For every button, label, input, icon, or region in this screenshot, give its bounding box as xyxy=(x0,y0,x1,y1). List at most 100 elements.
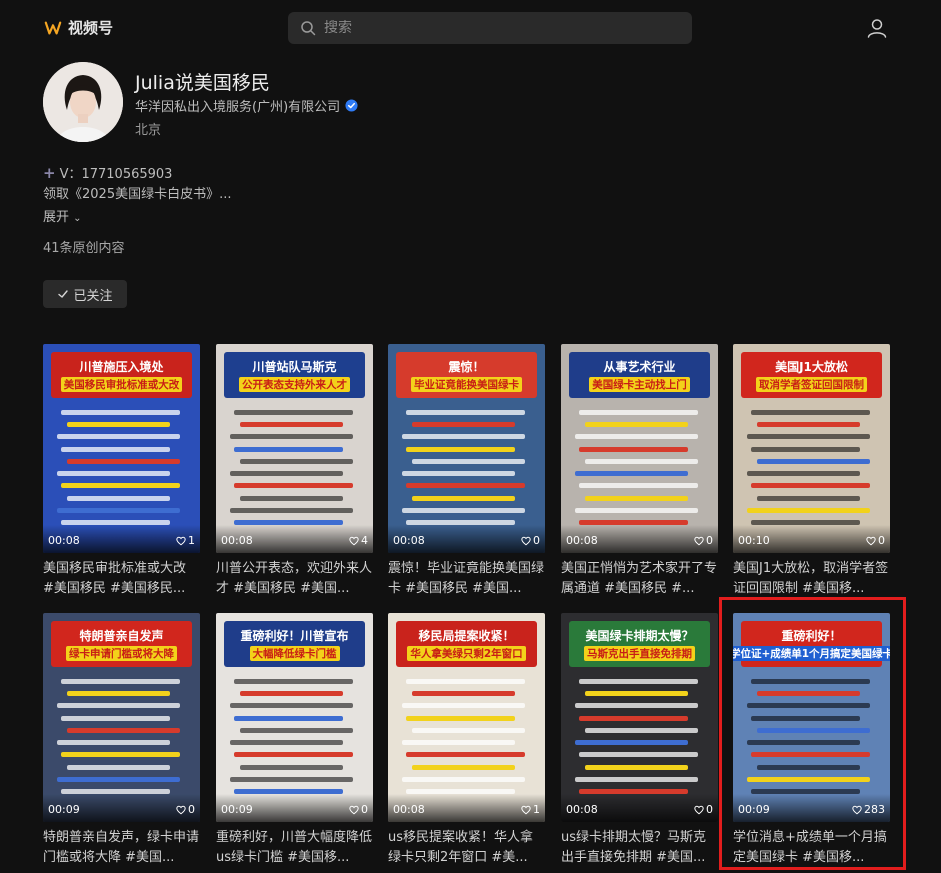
video-duration: 00:08 xyxy=(566,534,598,547)
thumbnail-text-line xyxy=(747,703,870,709)
thumbnail-text-line xyxy=(412,458,525,464)
video-thumbnail[interactable]: 移民局提案收紧！ 华人拿美绿只剩2年窗口 00:08 1 xyxy=(388,613,545,822)
thumbnail-title-banner: 重磅利好！川普宣布 大幅降低绿卡门槛 xyxy=(224,621,365,667)
search-input[interactable] xyxy=(324,20,684,36)
thumbnail-title-banner: 川普施压入境处 美国移民审批标准或大改 xyxy=(51,352,192,398)
video-card[interactable]: 重磅利好！ 学位证+成绩单1个月搞定美国绿卡 00:09 283 学位消息+成绩单一个月… xyxy=(733,613,890,868)
thumbnail-text-line xyxy=(757,495,860,501)
like-count-value: 0 xyxy=(533,534,540,547)
thumbnail-text-line xyxy=(747,434,870,440)
thumbnail-text-line xyxy=(234,483,353,489)
thumbnail-text-line xyxy=(234,409,353,415)
video-card[interactable]: 川普站队马斯克 公开表态支持外来人才 00:08 4 川普公开表态，欢迎外来人才 #美国… xyxy=(216,344,373,599)
video-thumbnail[interactable]: 川普站队马斯克 公开表态支持外来人才 00:08 4 xyxy=(216,344,373,553)
thumbnail-text-line xyxy=(757,764,860,770)
video-thumbnail[interactable]: 震惊！ 毕业证竟能换美国绿卡 00:08 0 xyxy=(388,344,545,553)
thumbnail-text-line xyxy=(61,715,170,721)
thumbnail-text-line xyxy=(585,421,688,427)
video-thumbnail[interactable]: 美国J1大放松 取消学者签证回国限制 00:10 0 xyxy=(733,344,890,553)
user-icon[interactable] xyxy=(866,17,888,39)
video-caption[interactable]: 美国正悄悄为艺术家开了专属通道 #美国移民 #... xyxy=(561,559,718,599)
like-count-value: 4 xyxy=(361,534,368,547)
expand-button[interactable]: 展开 ⌄ xyxy=(43,206,82,225)
video-thumbnail[interactable]: 川普施压入境处 美国移民审批标准或大改 00:08 1 xyxy=(43,344,200,553)
thumbnail-text-line xyxy=(751,715,860,721)
thumbnail-text-line xyxy=(585,690,688,696)
followed-button[interactable]: 已关注 xyxy=(43,280,127,308)
video-thumbnail[interactable]: 美国绿卡排期太慢？ 马斯克出手直接免排期 00:08 0 xyxy=(561,613,718,822)
like-count-value: 0 xyxy=(706,534,713,547)
thumbnail-text-line xyxy=(230,434,353,440)
video-card[interactable]: 川普施压入境处 美国移民审批标准或大改 00:08 1 美国移民审批标准或大改 #美国移… xyxy=(43,344,200,599)
search-box[interactable] xyxy=(288,12,692,44)
thumbnail-text-line xyxy=(406,715,515,721)
like-count: 0 xyxy=(521,534,540,547)
thumbnail-title-line1: 川普施压入境处 xyxy=(79,360,164,374)
thumbnail-text-line xyxy=(61,678,180,684)
thumbnail-text-line xyxy=(240,764,343,770)
thumbnail-text-line xyxy=(412,690,515,696)
thumbnail-text-line xyxy=(61,409,180,415)
heart-icon xyxy=(852,805,862,814)
heart-icon xyxy=(866,536,876,545)
video-caption[interactable]: us绿卡排期太慢？马斯克出手直接免排期 #美国... xyxy=(561,828,718,868)
thumbnail-text-line xyxy=(751,446,860,452)
thumbnail-text-line xyxy=(579,483,698,489)
video-duration: 00:09 xyxy=(48,803,80,816)
thumbnail-text-line xyxy=(575,777,698,783)
thumbnail-text-line xyxy=(67,690,170,696)
video-thumbnail[interactable]: 重磅利好！ 学位证+成绩单1个月搞定美国绿卡 00:09 283 xyxy=(733,613,890,822)
video-card[interactable]: 特朗普亲自发声 绿卡申请门槛或将大降 00:09 0 特朗普亲自发声，绿卡申请门槛或将大… xyxy=(43,613,200,868)
thumbnail-text-line xyxy=(585,764,688,770)
thumbnail-text-line xyxy=(402,471,515,477)
thumbnail-text-line xyxy=(61,752,180,758)
video-caption[interactable]: us移民提案收紧！华人拿绿卡只剩2年窗口 #美... xyxy=(388,828,545,868)
avatar-portrait xyxy=(43,62,123,142)
video-caption[interactable]: 震惊！毕业证竟能换美国绿卡 #美国移民 #美国... xyxy=(388,559,545,599)
thumbnail-title-banner: 美国J1大放松 取消学者签证回国限制 xyxy=(741,352,882,398)
thumbnail-text-line xyxy=(402,740,515,746)
video-caption[interactable]: 美国移民审批标准或大改 #美国移民 #美国移民... xyxy=(43,559,200,599)
thumbnail-text-lines xyxy=(400,675,533,798)
video-caption[interactable]: 川普公开表态，欢迎外来人才 #美国移民 #美国... xyxy=(216,559,373,599)
video-card[interactable]: 移民局提案收紧！ 华人拿美绿只剩2年窗口 00:08 1 us移民提案收紧！华人拿绿卡只… xyxy=(388,613,545,868)
video-thumbnail[interactable]: 特朗普亲自发声 绿卡申请门槛或将大降 00:09 0 xyxy=(43,613,200,822)
thumbnail-text-lines xyxy=(228,406,361,529)
thumbnail-text-line xyxy=(575,703,698,709)
thumbnail-text-line xyxy=(406,752,525,758)
video-caption[interactable]: 学位消息+成绩单一个月搞定美国绿卡 #美国移... xyxy=(733,828,890,868)
thumbnail-title-banner: 特朗普亲自发声 绿卡申请门槛或将大降 xyxy=(51,621,192,667)
app-logo[interactable]: 视频号 xyxy=(44,17,113,38)
video-caption[interactable]: 特朗普亲自发声，绿卡申请门槛或将大降 #美国... xyxy=(43,828,200,868)
thumbnail-text-line xyxy=(240,690,343,696)
thumbnail-text-lines xyxy=(228,675,361,798)
thumbnail-text-line xyxy=(406,446,515,452)
video-card[interactable]: 重磅利好！川普宣布 大幅降低绿卡门槛 00:09 0 重磅利好，川普大幅度降低us绿卡门… xyxy=(216,613,373,868)
like-count-value: 0 xyxy=(706,803,713,816)
profile-name: Julia说美国移民 xyxy=(135,72,270,94)
video-duration: 00:08 xyxy=(566,803,598,816)
thumbnail-text-line xyxy=(406,483,525,489)
video-card[interactable]: 从事艺术行业 美国绿卡主动找上门 00:08 0 美国正悄悄为艺术家开了专属通道 #美国… xyxy=(561,344,718,599)
thumbnail-title-line1: 震惊！ xyxy=(448,360,485,374)
avatar[interactable] xyxy=(43,62,123,142)
video-caption[interactable]: 美国J1大放松，取消学者签证回国限制 #美国移... xyxy=(733,559,890,599)
video-card[interactable]: 美国绿卡排期太慢？ 马斯克出手直接免排期 00:08 0 us绿卡排期太慢？马斯克出手直… xyxy=(561,613,718,868)
thumbnail-text-line xyxy=(757,421,860,427)
like-count: 0 xyxy=(349,803,368,816)
like-count-value: 0 xyxy=(878,534,885,547)
thumbnail-text-line xyxy=(751,678,870,684)
video-card[interactable]: 美国J1大放松 取消学者签证回国限制 00:10 0 美国J1大放松，取消学者签证回国限… xyxy=(733,344,890,599)
video-thumbnail[interactable]: 重磅利好！川普宣布 大幅降低绿卡门槛 00:09 0 xyxy=(216,613,373,822)
verified-badge-icon xyxy=(345,99,358,112)
video-caption[interactable]: 重磅利好，川普大幅度降低us绿卡门槛 #美国移... xyxy=(216,828,373,868)
thumbnail-text-line xyxy=(57,471,170,477)
thumbnail-text-line xyxy=(412,727,525,733)
thumbnail-text-line xyxy=(747,471,860,477)
heart-icon xyxy=(176,536,186,545)
thumbnail-text-lines xyxy=(573,675,706,798)
original-count: 41条原创内容 xyxy=(43,241,125,256)
video-thumbnail[interactable]: 从事艺术行业 美国绿卡主动找上门 00:08 0 xyxy=(561,344,718,553)
video-card[interactable]: 震惊！ 毕业证竟能换美国绿卡 00:08 0 震惊！毕业证竟能换美国绿卡 #美国移民 #… xyxy=(388,344,545,599)
thumbnail-text-line xyxy=(585,727,698,733)
